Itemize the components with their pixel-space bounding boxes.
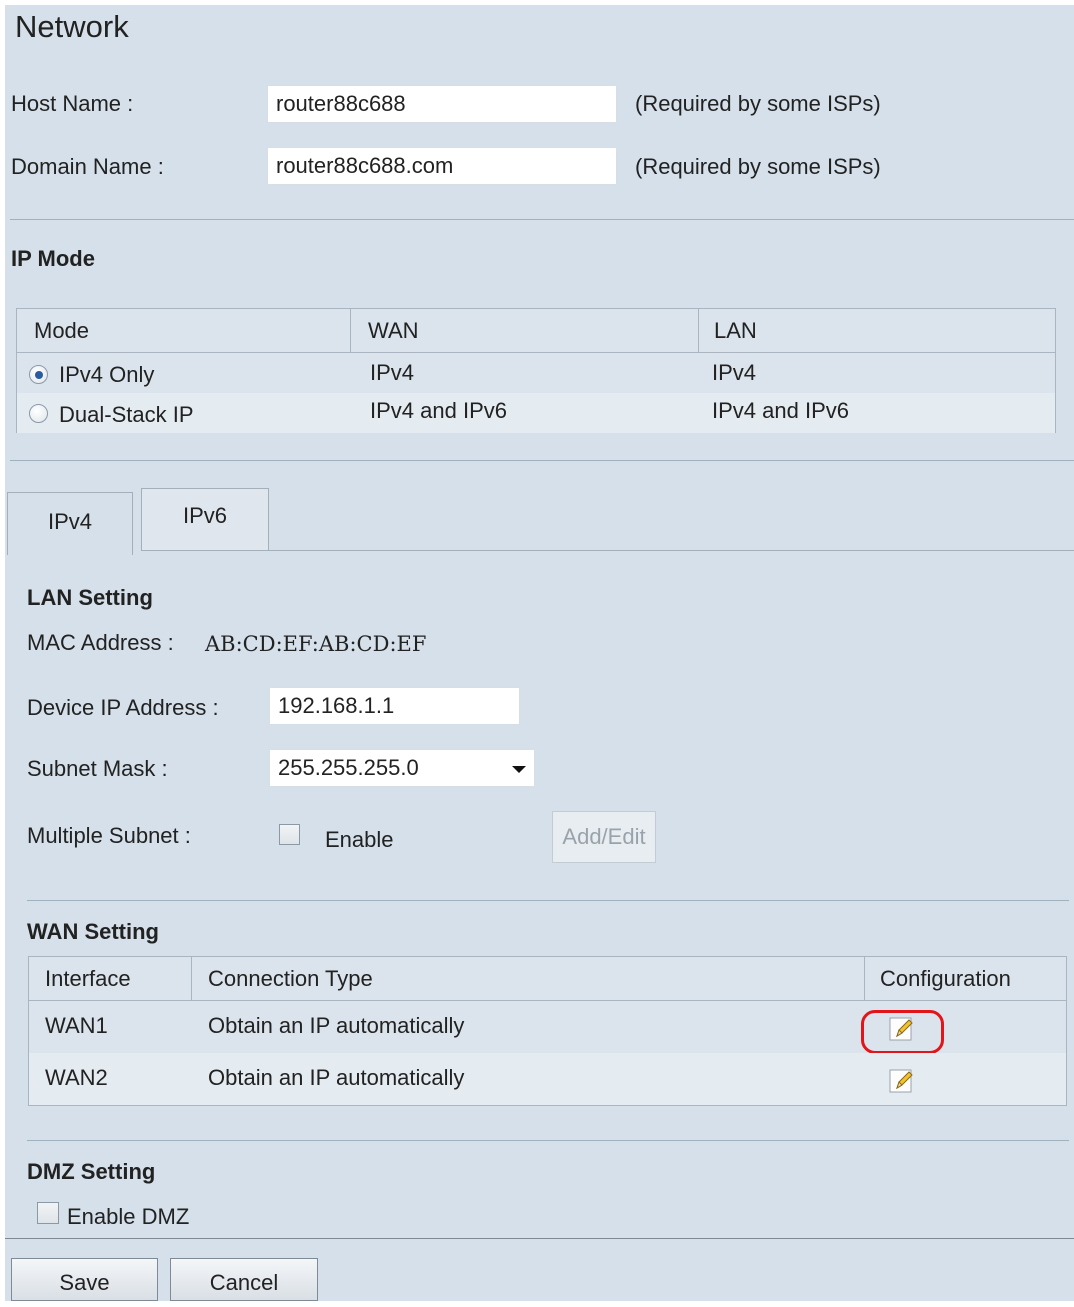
wan-table: Interface Connection Type Configuration … (28, 956, 1067, 1106)
lan-value: IPv4 (712, 360, 757, 385)
wan-table-header: Interface Connection Type Configuration (29, 957, 1066, 1001)
divider (5, 1238, 1074, 1239)
edit-icon[interactable] (889, 1068, 915, 1094)
network-page: Network Host Name : router88c688 (Requir… (5, 5, 1074, 1301)
device-ip-label: Device IP Address : (27, 695, 219, 720)
chevron-down-icon (512, 766, 526, 773)
lan-value: IPv4 and IPv6 (712, 398, 849, 423)
divider (10, 460, 1074, 461)
add-edit-button[interactable]: Add/Edit (552, 811, 656, 863)
device-ip-input[interactable]: 192.168.1.1 (269, 687, 520, 725)
interface-value: WAN2 (45, 1065, 108, 1090)
connection-type-value: Obtain an IP automatically (208, 1013, 465, 1038)
dual-stack-radio[interactable] (29, 404, 48, 423)
ip-mode-row-dual[interactable]: Dual-Stack IP IPv4 and IPv6 IPv4 and IPv… (17, 393, 1055, 433)
col-connection-type-header: Connection Type (208, 966, 373, 991)
column-separator (350, 309, 351, 353)
divider (27, 1140, 1069, 1141)
mac-address-value: AB:CD:EF:AB:CD:EF (205, 632, 427, 656)
multiple-subnet-label: Multiple Subnet : (27, 823, 191, 848)
col-interface-header: Interface (45, 966, 131, 991)
dmz-setting-title: DMZ Setting (27, 1159, 156, 1184)
domain-name-label: Domain Name : (11, 154, 164, 179)
multiple-subnet-checkbox[interactable] (279, 824, 300, 845)
ipv4-only-radio[interactable] (29, 365, 48, 384)
column-separator (698, 309, 699, 353)
ip-mode-row-ipv4[interactable]: IPv4 Only IPv4 IPv4 (17, 353, 1055, 393)
ip-mode-header: Mode WAN LAN (17, 309, 1055, 353)
subnet-mask-select[interactable]: 255.255.255.0 (269, 749, 535, 787)
tab-panel-border (269, 550, 1074, 551)
enable-dmz-checkbox[interactable] (37, 1202, 59, 1224)
wan-row-wan2: WAN2 Obtain an IP automatically (29, 1053, 1066, 1105)
wan-row-wan1: WAN1 Obtain an IP automatically (29, 1001, 1066, 1054)
col-mode-header: Mode (34, 318, 90, 343)
cancel-button[interactable]: Cancel (170, 1258, 318, 1301)
tab-ipv6[interactable]: IPv6 (141, 488, 269, 551)
lan-setting-title: LAN Setting (27, 585, 153, 610)
col-wan-header: WAN (368, 318, 419, 343)
col-configuration-header: Configuration (880, 966, 1011, 991)
mac-address-label: MAC Address : (27, 630, 174, 655)
host-name-label: Host Name : (11, 91, 134, 116)
subnet-mask-label: Subnet Mask : (27, 756, 168, 781)
interface-value: WAN1 (45, 1013, 108, 1038)
ip-mode-title: IP Mode (11, 246, 95, 271)
ip-mode-table: Mode WAN LAN IPv4 Only IPv4 IPv4 Dual-St… (16, 308, 1056, 433)
edit-icon[interactable] (889, 1016, 915, 1042)
connection-type-value: Obtain an IP automatically (208, 1065, 465, 1090)
divider (10, 219, 1074, 220)
col-lan-header: LAN (714, 318, 757, 343)
wan-setting-title: WAN Setting (27, 919, 159, 944)
divider (27, 900, 1069, 901)
wan-value: IPv4 (370, 360, 415, 385)
subnet-mask-value: 255.255.255.0 (278, 755, 419, 780)
column-separator (191, 957, 192, 1001)
domain-name-hint: (Required by some ISPs) (635, 154, 881, 179)
wan-value: IPv4 and IPv6 (370, 398, 507, 423)
host-name-input[interactable]: router88c688 (267, 85, 617, 123)
tab-ipv4[interactable]: IPv4 (7, 492, 133, 555)
domain-name-input[interactable]: router88c688.com (267, 147, 617, 185)
page-title: Network (15, 9, 129, 44)
save-button[interactable]: Save (11, 1258, 158, 1301)
host-name-hint: (Required by some ISPs) (635, 91, 881, 116)
mode-label: IPv4 Only (59, 362, 155, 387)
multiple-subnet-enable-label: Enable (325, 827, 394, 852)
enable-dmz-label: Enable DMZ (67, 1204, 190, 1229)
mode-label: Dual-Stack IP (59, 402, 194, 427)
column-separator (864, 957, 865, 1001)
